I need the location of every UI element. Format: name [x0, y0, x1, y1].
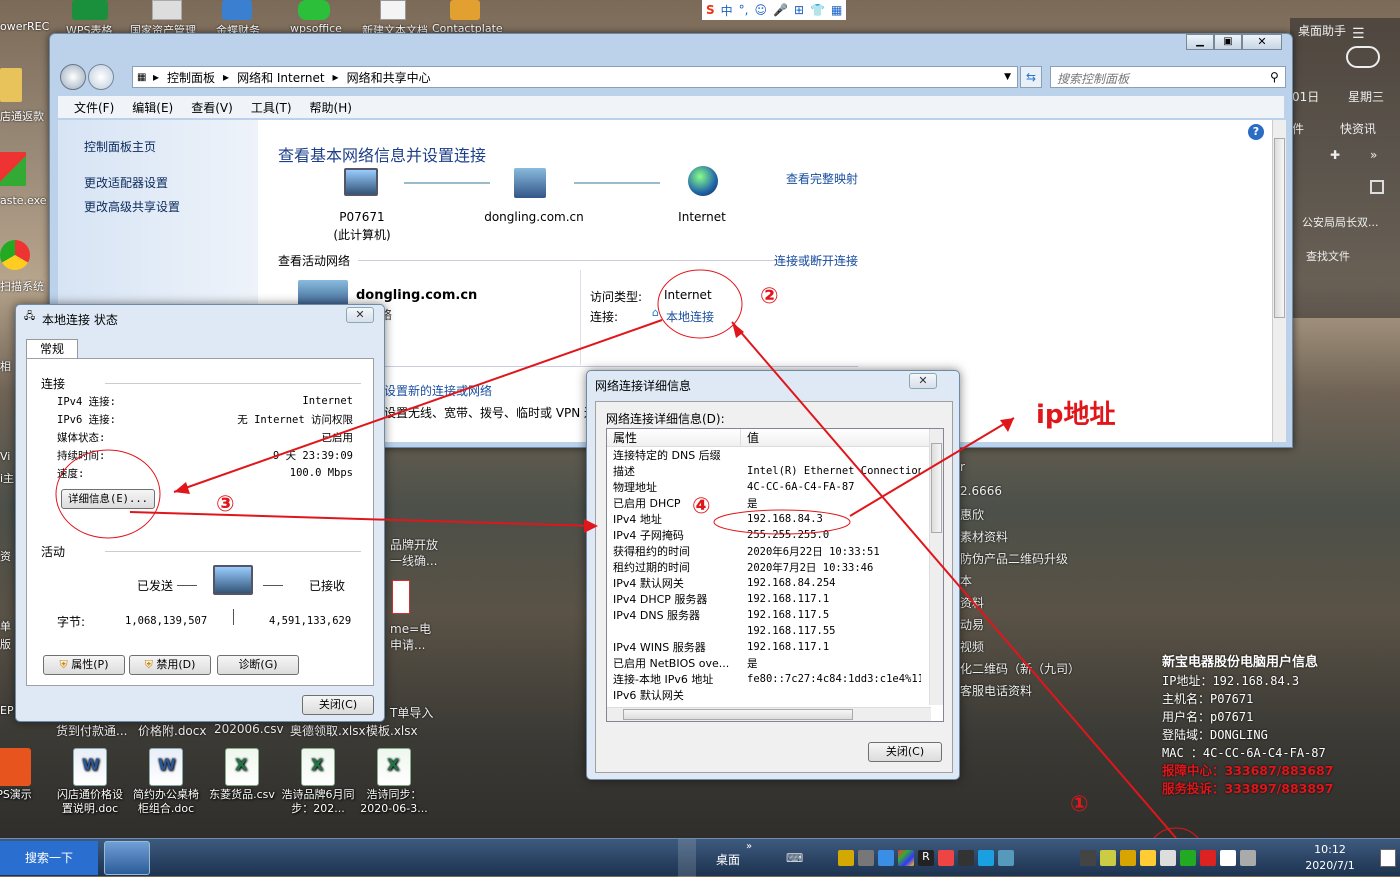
network-center-task-icon[interactable] — [104, 841, 150, 875]
clock-date: 2020/7/1 — [1305, 859, 1355, 872]
tray-icon[interactable] — [1140, 850, 1156, 866]
circle-mark-ip — [713, 509, 851, 535]
app-icon[interactable]: R — [918, 850, 934, 866]
step-3-marker: ③ — [216, 492, 235, 517]
arrow-line — [173, 319, 663, 493]
chevron-icon[interactable]: » — [746, 841, 752, 852]
annotation-marks — [55, 269, 1203, 873]
overlay-user: 用户名：p07671 — [1162, 710, 1254, 724]
clock-time: 10:12 — [1314, 843, 1346, 856]
notification-icon[interactable] — [1380, 849, 1396, 867]
desktop-toolbar-label[interactable]: 桌面 — [716, 851, 740, 868]
app-icon[interactable] — [878, 850, 894, 866]
security-shield-icon[interactable] — [1180, 850, 1196, 866]
arrow-line — [129, 511, 597, 527]
pen-icon[interactable] — [858, 850, 874, 866]
overlay-mac: MAC ：4C-CC-6A-C4-FA-87 — [1162, 746, 1326, 760]
flag-icon[interactable] — [1220, 850, 1236, 866]
arrowhead — [584, 519, 598, 533]
toolbar-separator — [678, 839, 696, 877]
search-start-button[interactable]: 搜索一下 — [0, 841, 98, 875]
overlay-service: 服务投诉：333897/883897 — [1162, 781, 1334, 796]
overlay-host: 主机名：P07671 — [1162, 692, 1254, 706]
tray-icon[interactable] — [1080, 850, 1096, 866]
overlay-title: 新宝电器股份电脑用户信息 — [1162, 655, 1319, 670]
clock[interactable]: 10:12 2020/7/1 — [1300, 842, 1360, 874]
system-tray — [1078, 849, 1278, 867]
tray-icon[interactable] — [1100, 850, 1116, 866]
app-icon[interactable] — [938, 850, 954, 866]
circle-mark-details — [55, 449, 161, 539]
arrow-line — [849, 417, 1015, 517]
overlay-ip: IP地址：192.168.84.3 — [1162, 674, 1300, 688]
arrowhead — [732, 322, 744, 338]
network-tray-icon[interactable] — [1160, 850, 1176, 866]
app-icon[interactable] — [958, 850, 974, 866]
app-icon[interactable] — [838, 850, 854, 866]
tray-icon[interactable] — [1120, 850, 1136, 866]
app-icon[interactable] — [998, 850, 1014, 866]
circle-mark-connection — [657, 269, 743, 339]
tray-icon[interactable] — [1200, 850, 1216, 866]
overlay-domain: 登陆域：DONGLING — [1162, 728, 1268, 742]
step-1-marker: ① — [1070, 792, 1089, 817]
ip-address-annotation: ip地址 — [1036, 400, 1116, 430]
arrowhead — [174, 482, 190, 494]
system-info-overlay: 新宝电器股份电脑用户信息 IP地址：192.168.84.3 主机名：P0767… — [1162, 654, 1333, 798]
step-2-marker: ② — [760, 284, 779, 309]
quick-launch-icons: R — [836, 849, 1086, 867]
taskbar: 搜索一下 桌面 » ⌨ R 10:12 2020/7/1 — [0, 838, 1400, 877]
keyboard-icon[interactable]: ⌨ — [786, 851, 803, 865]
app-icon[interactable] — [978, 850, 994, 866]
arrowheads — [174, 322, 1014, 533]
overlay-support: 报障中心：333687/883687 — [1162, 763, 1334, 778]
step-4-marker: ④ — [692, 494, 711, 519]
app-icon[interactable] — [898, 850, 914, 866]
volume-icon[interactable] — [1240, 850, 1256, 866]
